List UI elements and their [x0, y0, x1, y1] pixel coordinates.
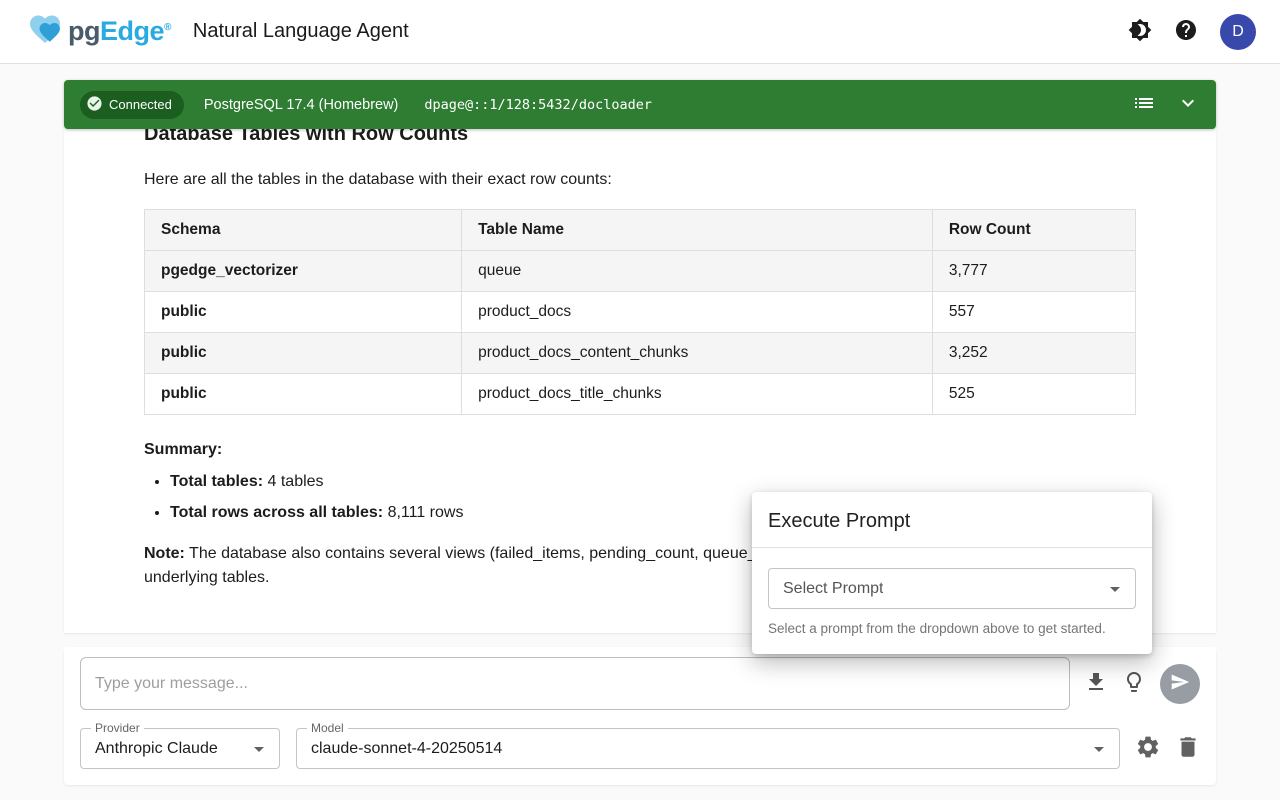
execute-prompt-dialog: Execute Prompt Select Prompt Select a pr…	[752, 492, 1152, 654]
clear-chat-button[interactable]	[1176, 737, 1200, 761]
download-icon	[1084, 670, 1108, 697]
dropdown-arrow-icon	[1103, 577, 1127, 601]
column-header-row-count: Row Count	[932, 210, 1135, 251]
pgedge-logo-text: pgEdge®	[68, 16, 171, 47]
dialog-title: Execute Prompt	[752, 492, 1152, 547]
message-intro: Here are all the tables in the database …	[144, 171, 1136, 189]
column-header-table-name: Table Name	[462, 210, 933, 251]
prompt-select-value: Select Prompt	[783, 580, 883, 598]
export-button[interactable]	[1084, 672, 1108, 696]
model-select-value: claude-sonnet-4-20250514	[311, 740, 502, 758]
prompt-select[interactable]: Select Prompt	[768, 568, 1136, 609]
lightbulb-icon	[1122, 670, 1146, 697]
send-icon	[1170, 672, 1190, 695]
page-title: Natural Language Agent	[193, 20, 409, 43]
gear-icon	[1135, 734, 1161, 763]
help-icon	[1174, 18, 1198, 45]
message-heading: Database Tables with Row Counts	[144, 129, 1136, 147]
connection-status-label: Connected	[109, 97, 172, 112]
composer-panel: Provider Anthropic Claude Model claude-s…	[64, 647, 1216, 785]
model-select[interactable]: Model claude-sonnet-4-20250514	[296, 728, 1120, 769]
server-version-label: PostgreSQL 17.4 (Homebrew)	[204, 97, 399, 113]
connection-string: dpage@::1/128:5432/docloader	[424, 97, 652, 113]
trash-icon	[1175, 734, 1201, 763]
chevron-down-icon	[1176, 91, 1200, 118]
table-header-row: Schema Table Name Row Count	[145, 210, 1136, 251]
connection-status-badge: Connected	[80, 91, 184, 119]
collapse-connection-button[interactable]	[1176, 93, 1200, 117]
column-header-schema: Schema	[145, 210, 462, 251]
table-row: public product_docs 557	[145, 292, 1136, 333]
settings-button[interactable]	[1136, 737, 1160, 761]
chevron-down-icon	[247, 737, 271, 761]
theme-toggle-button[interactable]	[1128, 20, 1152, 44]
message-input[interactable]	[80, 657, 1070, 710]
model-select-label: Model	[307, 721, 348, 735]
pgedge-logo[interactable]: pgEdge®	[24, 11, 171, 52]
table-row: public product_docs_title_chunks 525	[145, 374, 1136, 415]
app-header: pgEdge® Natural Language Agent D	[0, 0, 1280, 64]
list-icon	[1132, 91, 1156, 118]
summary-heading: Summary:	[144, 441, 1136, 459]
send-button[interactable]	[1160, 664, 1200, 704]
table-row: public product_docs_content_chunks 3,252	[145, 333, 1136, 374]
provider-select[interactable]: Provider Anthropic Claude	[80, 728, 280, 769]
results-table: Schema Table Name Row Count pgedge_vecto…	[144, 209, 1136, 415]
check-circle-icon	[86, 95, 103, 115]
user-avatar[interactable]: D	[1220, 14, 1256, 50]
session-list-button[interactable]	[1132, 93, 1156, 117]
connection-bar: Connected PostgreSQL 17.4 (Homebrew) dpa…	[64, 80, 1216, 129]
summary-item-total-tables: Total tables: 4 tables	[170, 473, 1136, 491]
chevron-down-icon	[1087, 737, 1111, 761]
dialog-helper-text: Select a prompt from the dropdown above …	[752, 609, 1152, 654]
pgedge-logo-icon	[24, 11, 66, 52]
provider-select-value: Anthropic Claude	[95, 740, 218, 758]
table-row: pgedge_vectorizer queue 3,777	[145, 251, 1136, 292]
dark-mode-icon	[1128, 18, 1152, 45]
help-button[interactable]	[1174, 20, 1198, 44]
tips-button[interactable]	[1122, 672, 1146, 696]
provider-select-label: Provider	[91, 721, 144, 735]
